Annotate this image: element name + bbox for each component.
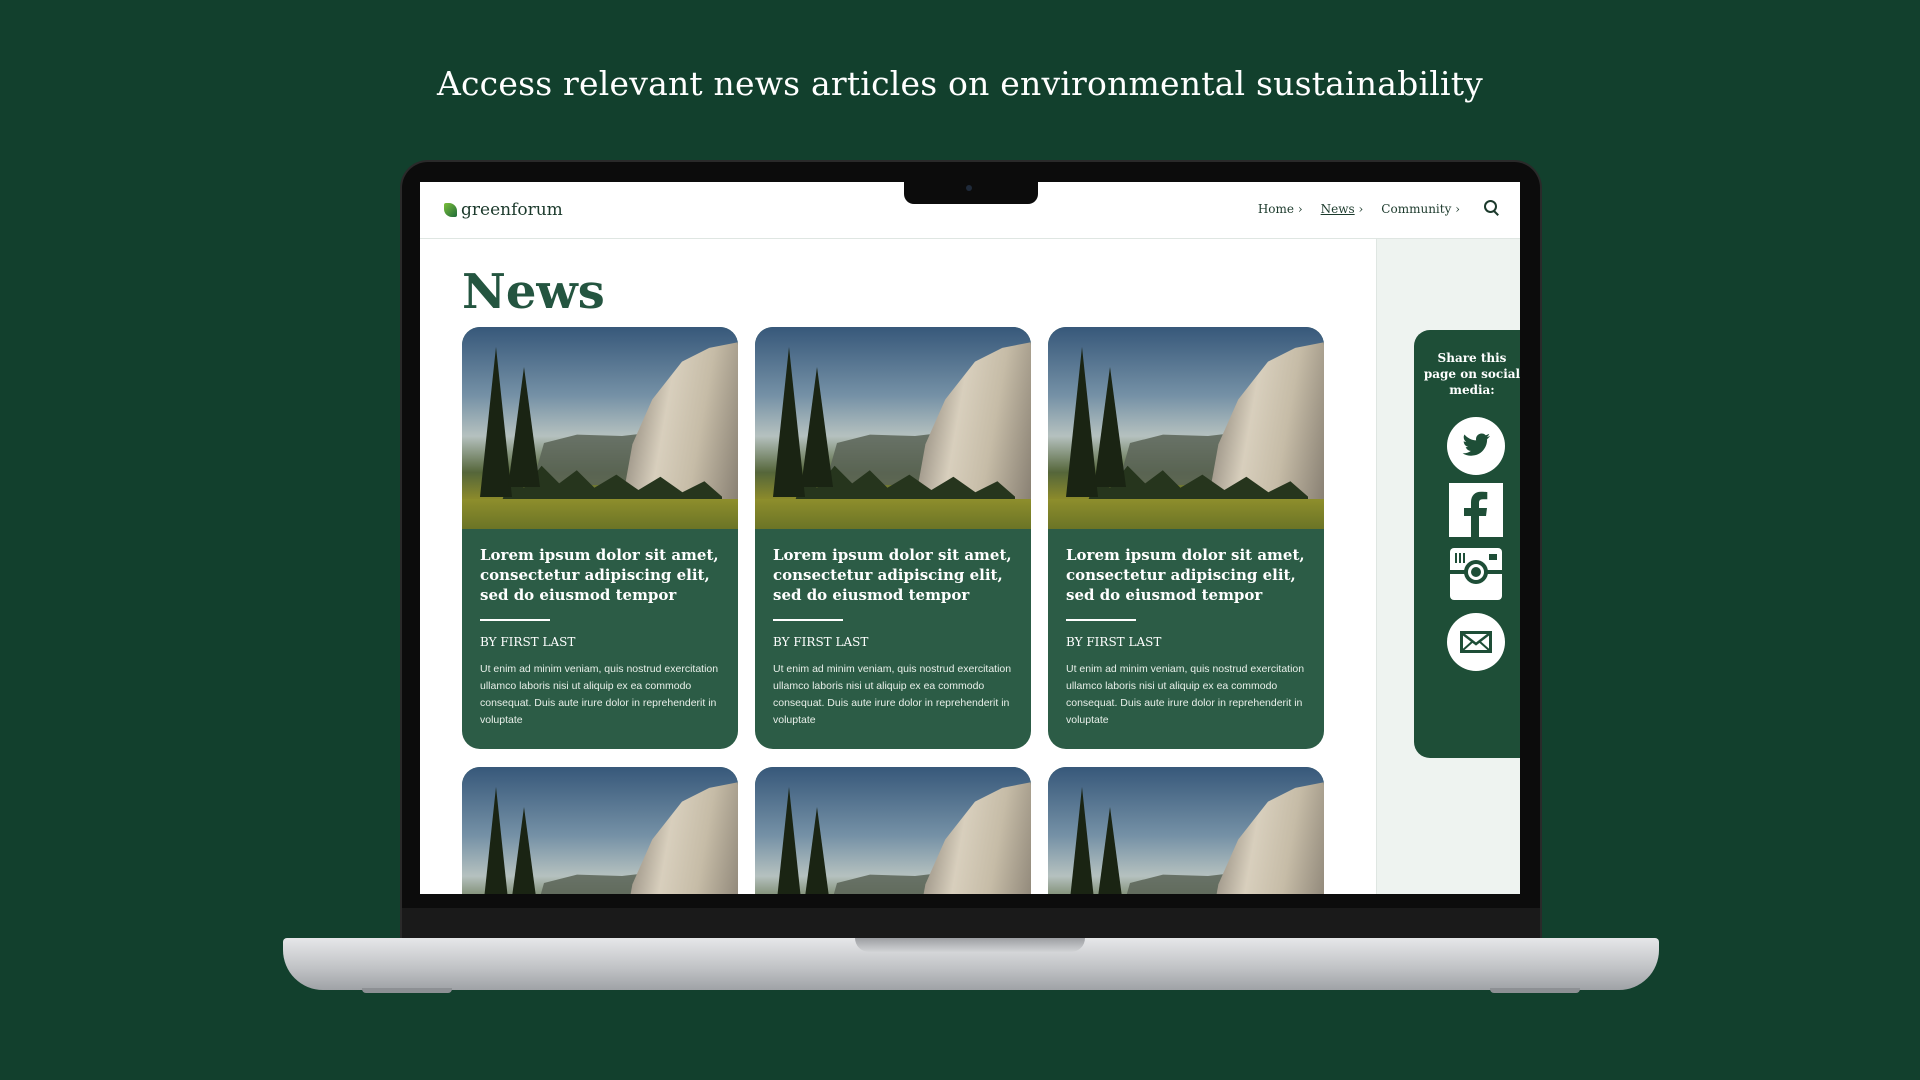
article-image (1048, 767, 1324, 894)
nav-item-community[interactable]: Community › (1381, 202, 1460, 216)
article-card[interactable]: Lorem ipsum dolor sit amet, consectetur … (462, 327, 738, 749)
article-author: BY FIRST LAST (1066, 635, 1162, 649)
article-card[interactable]: Lorem ipsum dolor sit amet, consectetur … (755, 327, 1031, 749)
article-card[interactable] (462, 767, 738, 894)
article-card[interactable]: Lorem ipsum dolor sit amet, consectetur … (1048, 327, 1324, 749)
leaf-logo-icon (444, 203, 457, 217)
share-panel: Share this page on social media: (1414, 330, 1520, 758)
facebook-icon[interactable] (1446, 480, 1506, 540)
article-title[interactable]: Lorem ipsum dolor sit amet, consectetur … (480, 545, 720, 605)
logo[interactable]: greenforum (444, 200, 563, 220)
nav-item-news[interactable]: News › (1321, 202, 1364, 216)
nav-label: Community (1381, 202, 1452, 216)
article-title[interactable]: Lorem ipsum dolor sit amet, consectetur … (773, 545, 1013, 605)
share-label: Share this page on social media: (1423, 351, 1520, 397)
page-title: News (462, 264, 605, 320)
email-icon[interactable] (1446, 612, 1506, 672)
logo-text: greenforum (461, 200, 563, 220)
article-image (462, 767, 738, 894)
divider (773, 619, 843, 621)
laptop-foot (362, 988, 452, 993)
main-nav: Home › News › Community › (1258, 202, 1460, 216)
article-image (755, 767, 1031, 894)
article-author: BY FIRST LAST (773, 635, 869, 649)
nav-item-home[interactable]: Home › (1258, 202, 1303, 216)
divider (1066, 619, 1136, 621)
instagram-icon[interactable] (1446, 544, 1506, 604)
article-card[interactable] (1048, 767, 1324, 894)
article-excerpt: Ut enim ad minim veniam, quis nostrud ex… (1066, 663, 1305, 726)
article-title[interactable]: Lorem ipsum dolor sit amet, consectetur … (1066, 545, 1306, 605)
article-card[interactable] (755, 767, 1031, 894)
article-author: BY FIRST LAST (480, 635, 576, 649)
laptop-hinge (402, 908, 1540, 938)
headline: Access relevant news articles on environ… (436, 64, 1484, 103)
article-image (1048, 327, 1324, 529)
chevron-right-icon: › (1455, 202, 1460, 216)
chevron-right-icon: › (1297, 202, 1303, 216)
camera-icon (966, 185, 972, 191)
article-excerpt: Ut enim ad minim veniam, quis nostrud ex… (480, 663, 719, 726)
laptop-opening-notch (855, 938, 1085, 952)
search-icon[interactable] (1484, 200, 1499, 216)
divider (480, 619, 550, 621)
twitter-icon[interactable] (1446, 416, 1506, 476)
nav-label: News (1320, 202, 1355, 216)
laptop-screen: greenforum Home › News › Community › New… (420, 182, 1520, 894)
article-image (755, 327, 1031, 529)
article-image (462, 327, 738, 529)
nav-label: Home (1257, 202, 1294, 216)
laptop-foot (1490, 988, 1580, 993)
article-excerpt: Ut enim ad minim veniam, quis nostrud ex… (773, 663, 1012, 726)
chevron-right-icon: › (1358, 202, 1364, 216)
